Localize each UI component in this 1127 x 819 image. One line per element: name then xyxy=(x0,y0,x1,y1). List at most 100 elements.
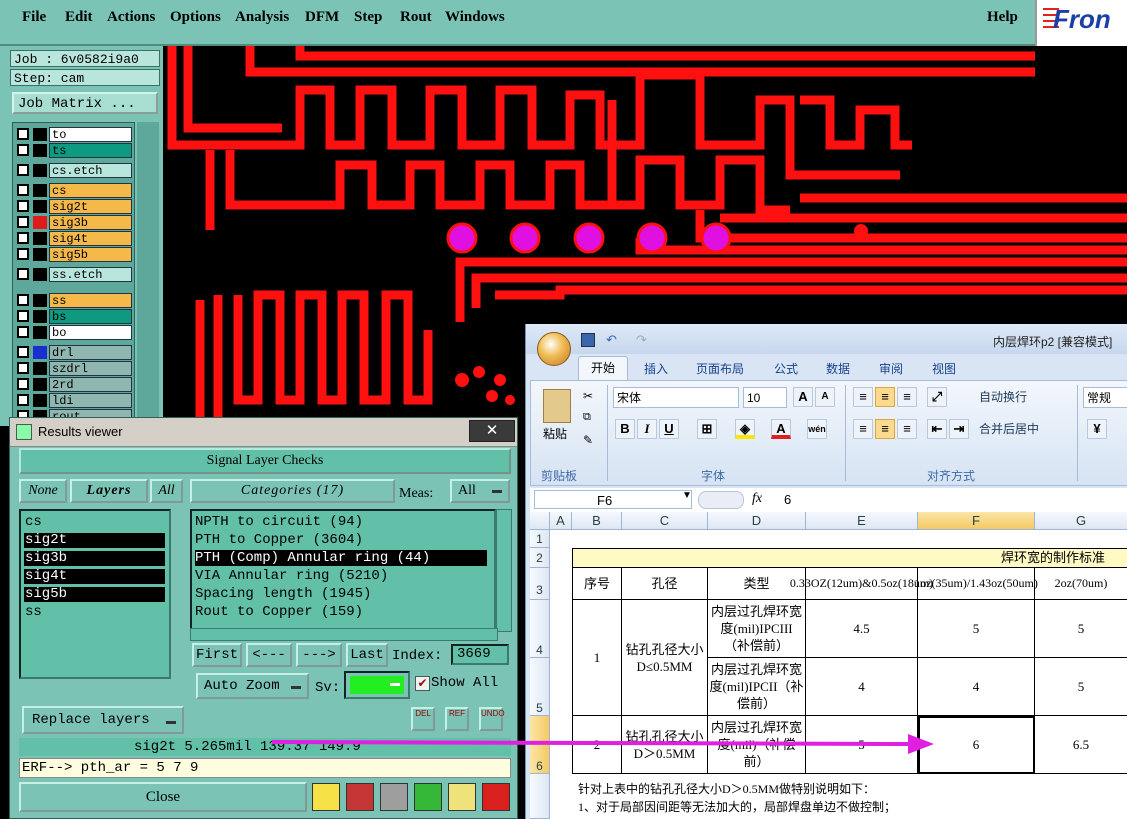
layer-row[interactable]: ldi xyxy=(15,393,134,408)
first-button[interactable]: First xyxy=(192,643,242,667)
layer-name[interactable]: szdrl xyxy=(49,361,132,376)
excel-titlebar[interactable]: ↶ ↷ 内层焊环p2 [兼容模式] xyxy=(526,324,1127,354)
layer-row[interactable]: drl xyxy=(15,345,134,360)
layer-name[interactable]: ldi xyxy=(49,393,132,408)
table-cell[interactable]: 5 xyxy=(1035,658,1127,716)
decrease-indent-icon[interactable]: ⇤ xyxy=(927,419,947,439)
menu-help[interactable]: Help xyxy=(987,9,1018,26)
exclude-icon[interactable] xyxy=(380,783,408,811)
layer-color-swatch[interactable] xyxy=(33,232,47,245)
layer-row[interactable]: sig2t xyxy=(15,199,134,214)
layer-list-scrollbar[interactable] xyxy=(137,122,159,426)
layer-color-swatch[interactable] xyxy=(33,164,47,177)
table-cell[interactable]: 5 xyxy=(806,716,918,774)
row-header[interactable]: 3 xyxy=(530,568,550,600)
row-header[interactable]: 6 xyxy=(530,716,550,774)
categories-button[interactable]: Categories (17) xyxy=(190,479,395,503)
select-all-corner[interactable] xyxy=(530,512,550,530)
column-header[interactable]: F xyxy=(918,512,1035,530)
menu-analysis[interactable]: Analysis xyxy=(235,9,289,26)
menu-windows[interactable]: Windows xyxy=(445,9,505,26)
table-cell[interactable]: 内层过孔焊环宽度(mil)（补偿前） xyxy=(708,716,806,774)
borders-icon[interactable]: ⊞ xyxy=(697,419,717,439)
fill-color-icon[interactable]: ◈ xyxy=(735,419,755,439)
cut-icon[interactable]: ✂ xyxy=(583,389,593,403)
font-name-select[interactable]: 宋体 xyxy=(613,387,739,408)
wrap-text-button[interactable]: 自动换行 xyxy=(979,387,1027,407)
notes-icon[interactable] xyxy=(448,783,476,811)
category-list-item[interactable]: Rout to Copper (159) xyxy=(195,604,487,620)
column-header[interactable]: D xyxy=(708,512,806,530)
layer-checkbox[interactable] xyxy=(17,184,29,196)
tab-review[interactable]: 审阅 xyxy=(879,360,903,377)
close-button[interactable]: Close xyxy=(19,782,307,812)
formula-input[interactable]: 6 xyxy=(784,492,791,507)
layer-name[interactable]: bs xyxy=(49,309,132,324)
layer-color-swatch[interactable] xyxy=(33,310,47,323)
table-cell[interactable]: 钻孔孔径大小D＞0.5MM xyxy=(622,716,708,774)
layer-checkbox[interactable] xyxy=(17,128,29,140)
align-bottom-icon[interactable]: ≡ xyxy=(897,387,917,407)
menu-dfm[interactable]: DFM xyxy=(305,9,339,26)
layer-checkbox[interactable] xyxy=(17,394,29,406)
delete-marker-icon[interactable]: DEL xyxy=(411,707,435,731)
replace-layers-button[interactable]: Replace layers xyxy=(22,706,184,734)
menu-file[interactable]: File xyxy=(22,9,46,26)
layer-row[interactable]: cs.etch xyxy=(15,163,134,178)
layer-name[interactable]: bo xyxy=(49,325,132,340)
orientation-icon[interactable]: ⤢ xyxy=(927,387,947,407)
selected-cell-f6[interactable]: 6 xyxy=(918,716,1035,774)
job-matrix-button[interactable]: Job Matrix ... xyxy=(12,92,158,114)
layer-row[interactable]: ss xyxy=(15,293,134,308)
shrink-font-icon[interactable]: A xyxy=(815,387,835,407)
layer-name[interactable]: sig4t xyxy=(49,231,132,246)
layer-checkbox[interactable] xyxy=(17,310,29,322)
layer-name[interactable]: sig5b xyxy=(49,247,132,262)
layer-row[interactable]: to xyxy=(15,127,134,142)
bold-icon[interactable]: B xyxy=(615,419,635,439)
layer-color-swatch[interactable] xyxy=(33,144,47,157)
layer-row[interactable]: ts xyxy=(15,143,134,158)
layer-name[interactable]: sig2t xyxy=(49,199,132,214)
align-right-icon[interactable]: ≡ xyxy=(897,419,917,439)
layer-checkbox[interactable] xyxy=(17,346,29,358)
increase-indent-icon[interactable]: ⇥ xyxy=(949,419,969,439)
index-input[interactable]: 3669 xyxy=(451,644,509,665)
menu-options[interactable]: Options xyxy=(170,9,221,26)
layer-color-swatch[interactable] xyxy=(33,326,47,339)
layer-name[interactable]: drl xyxy=(49,345,132,360)
merge-center-button[interactable]: 合并后居中 xyxy=(979,419,1039,439)
layer-name[interactable]: cs.etch xyxy=(49,163,132,178)
layer-checkbox[interactable] xyxy=(17,294,29,306)
layer-list-item[interactable]: sig4t xyxy=(24,569,165,584)
layer-checkbox[interactable] xyxy=(17,378,29,390)
table-cell[interactable]: 内层过孔焊环宽度(mil)IPCIII（补偿前） xyxy=(708,600,806,658)
layer-color-swatch[interactable] xyxy=(33,346,47,359)
name-box[interactable]: F6 xyxy=(534,490,692,509)
spreadsheet-grid[interactable]: A B C D E F G 1 2 3 4 5 6 焊环宽的制作标准 序号 孔径… xyxy=(530,512,1127,819)
column-header[interactable]: B xyxy=(572,512,622,530)
layer-checkbox[interactable] xyxy=(17,248,29,260)
grow-font-icon[interactable]: A xyxy=(793,387,813,407)
layer-checkbox[interactable] xyxy=(17,164,29,176)
tab-data[interactable]: 数据 xyxy=(826,360,850,377)
column-header[interactable]: G xyxy=(1035,512,1127,530)
close-icon[interactable]: ✕ xyxy=(469,420,515,442)
table-cell[interactable]: 4 xyxy=(806,658,918,716)
row-header[interactable]: 4 xyxy=(530,600,550,658)
undo-icon[interactable]: UNDO xyxy=(479,707,505,731)
number-format-select[interactable]: 常规 xyxy=(1083,387,1127,408)
category-list-item[interactable]: PTH (Comp) Annular ring (44) xyxy=(195,550,487,566)
menu-actions[interactable]: Actions xyxy=(107,9,155,26)
layer-color-swatch[interactable] xyxy=(33,362,47,375)
formula-bar-splitter[interactable] xyxy=(698,491,744,509)
column-header[interactable]: A xyxy=(550,512,572,530)
align-top-icon[interactable]: ≡ xyxy=(853,387,873,407)
menu-rout[interactable]: Rout xyxy=(400,9,432,26)
layer-name[interactable]: sig3b xyxy=(49,215,132,230)
layer-checkbox[interactable] xyxy=(17,362,29,374)
layer-row[interactable]: szdrl xyxy=(15,361,134,376)
table-cell[interactable]: 5 xyxy=(1035,600,1127,658)
layer-row[interactable]: cs xyxy=(15,183,134,198)
results-viewer-titlebar[interactable]: Results viewer ✕ xyxy=(10,418,517,447)
